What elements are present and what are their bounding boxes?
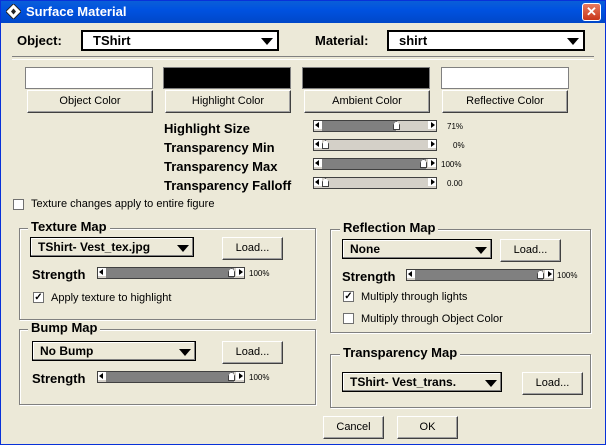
apply-highlight-label: Apply texture to highlight	[51, 292, 172, 304]
texture-changes-checkbox[interactable]	[13, 199, 24, 210]
transparency-map-dropdown[interactable]: TShirt- Vest_trans.	[342, 372, 502, 392]
reflective-color-swatch[interactable]	[441, 67, 569, 89]
material-value: shirt	[399, 33, 428, 48]
transparency-map-load-button[interactable]: Load...	[522, 372, 583, 395]
highlight-size-label: Highlight Size	[164, 121, 250, 136]
arrow-right-icon[interactable]	[428, 121, 436, 129]
material-dropdown[interactable]: shirt	[387, 30, 585, 51]
apply-highlight-checkbox[interactable]: ✓	[33, 292, 44, 303]
bump-map-load-button[interactable]: Load...	[222, 341, 283, 364]
arrow-left-icon[interactable]	[314, 178, 322, 186]
bump-map-dropdown[interactable]: No Bump	[32, 341, 196, 361]
arrow-right-icon[interactable]	[428, 159, 436, 167]
texture-strength-slider[interactable]	[97, 267, 245, 279]
texture-changes-label: Texture changes apply to entire figure	[31, 198, 215, 210]
bump-strength-value: 100%	[249, 373, 270, 382]
bump-map-file: No Bump	[40, 344, 94, 358]
highlight-size-value: 71%	[447, 122, 464, 131]
cancel-button[interactable]: Cancel	[323, 416, 384, 439]
arrow-right-icon[interactable]	[545, 270, 553, 278]
ambient-color-button[interactable]: Ambient Color	[304, 90, 430, 113]
close-icon: ✕	[586, 4, 597, 19]
arrow-right-icon[interactable]	[236, 268, 244, 276]
multiply-lights-checkbox[interactable]: ✓	[343, 291, 354, 302]
object-value: TShirt	[93, 33, 131, 48]
bump-strength-label: Strength	[32, 371, 86, 386]
texture-strength-label: Strength	[32, 267, 86, 282]
arrow-left-icon[interactable]	[98, 268, 106, 276]
highlight-color-button[interactable]: Highlight Color	[165, 90, 291, 113]
reflection-strength-slider[interactable]	[406, 269, 554, 281]
transparency-falloff-value: 0.00	[447, 179, 463, 188]
transparency-falloff-label: Transparency Falloff	[164, 178, 292, 193]
reflective-color-button[interactable]: Reflective Color	[442, 90, 568, 113]
chevron-down-icon	[177, 245, 189, 252]
title-bar[interactable]: Surface Material ✕	[1, 1, 605, 23]
arrow-right-icon[interactable]	[428, 140, 436, 148]
transparency-min-slider[interactable]	[313, 139, 437, 151]
object-color-swatch[interactable]	[25, 67, 153, 89]
window-title: Surface Material	[26, 4, 127, 19]
transparency-max-slider[interactable]	[313, 158, 437, 170]
object-label: Object:	[17, 33, 62, 48]
divider	[12, 56, 594, 60]
reflection-map-dropdown[interactable]: None	[342, 239, 492, 259]
transparency-min-value: 0%	[453, 141, 465, 150]
texture-strength-value: 100%	[249, 269, 270, 278]
ambient-color-swatch[interactable]	[302, 67, 430, 89]
arrow-left-icon[interactable]	[314, 140, 322, 148]
bump-map-title: Bump Map	[28, 321, 101, 335]
texture-map-dropdown[interactable]: TShirt- Vest_tex.jpg	[30, 237, 194, 257]
arrow-left-icon[interactable]	[314, 159, 322, 167]
ok-button[interactable]: OK	[397, 416, 458, 439]
surface-material-dialog: Surface Material ✕ Object: TShirt Materi…	[0, 0, 606, 445]
bump-strength-slider[interactable]	[97, 371, 245, 383]
reflection-map-file: None	[350, 242, 380, 256]
transparency-min-label: Transparency Min	[164, 140, 275, 155]
chevron-down-icon	[475, 247, 487, 254]
object-color-button[interactable]: Object Color	[27, 90, 153, 113]
multiply-object-color-label: Multiply through Object Color	[361, 313, 503, 325]
highlight-size-slider[interactable]	[313, 120, 437, 132]
texture-map-title: Texture Map	[28, 220, 110, 234]
arrow-left-icon[interactable]	[314, 121, 322, 129]
texture-map-file: TShirt- Vest_tex.jpg	[38, 240, 151, 254]
chevron-down-icon	[261, 38, 273, 45]
chevron-down-icon	[567, 38, 579, 45]
arrow-left-icon[interactable]	[98, 372, 106, 380]
transparency-max-label: Transparency Max	[164, 159, 278, 174]
logo-icon	[6, 4, 21, 19]
arrow-left-icon[interactable]	[407, 270, 415, 278]
reflection-strength-label: Strength	[342, 269, 396, 284]
texture-map-load-button[interactable]: Load...	[222, 237, 283, 260]
material-label: Material:	[315, 33, 369, 48]
chevron-down-icon	[485, 380, 497, 387]
object-dropdown[interactable]: TShirt	[81, 30, 279, 51]
transparency-max-value: 100%	[441, 160, 462, 169]
reflection-strength-value: 100%	[557, 271, 578, 280]
reflection-map-load-button[interactable]: Load...	[500, 239, 561, 262]
arrow-right-icon[interactable]	[236, 372, 244, 380]
reflection-map-title: Reflection Map	[340, 221, 439, 235]
chevron-down-icon	[179, 349, 191, 356]
arrow-right-icon[interactable]	[428, 178, 436, 186]
transparency-falloff-slider[interactable]	[313, 177, 437, 189]
highlight-color-swatch[interactable]	[163, 67, 291, 89]
transparency-map-title: Transparency Map	[340, 346, 461, 360]
close-button[interactable]: ✕	[582, 3, 601, 21]
multiply-lights-label: Multiply through lights	[361, 291, 468, 303]
transparency-map-file: TShirt- Vest_trans.	[350, 375, 457, 389]
multiply-object-color-checkbox[interactable]	[343, 313, 354, 324]
